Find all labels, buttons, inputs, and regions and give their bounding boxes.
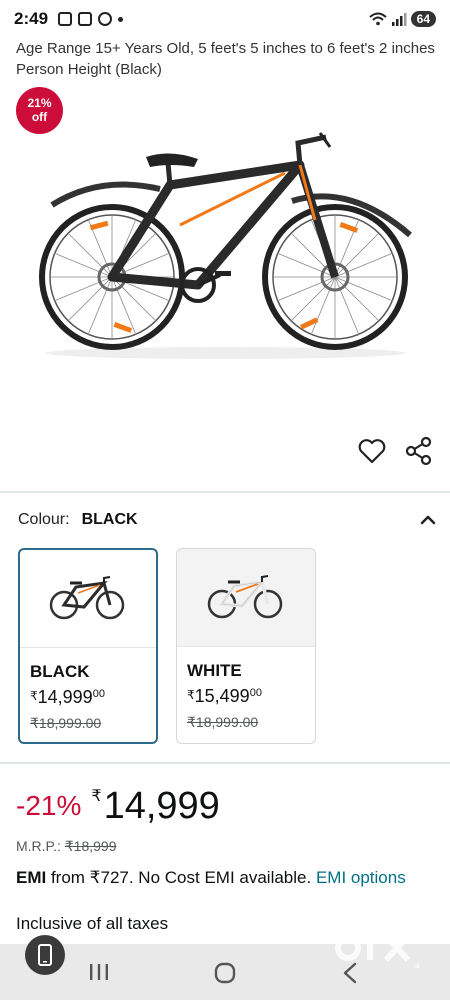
- price-main: 15,499: [194, 686, 250, 706]
- emi-bold: EMI: [16, 868, 47, 887]
- chevron-up-icon[interactable]: [418, 510, 438, 530]
- phone-icon: [38, 944, 52, 966]
- watermark-text: olx: [414, 963, 420, 970]
- price-currency-symbol: ₹: [91, 788, 102, 805]
- emi-text: from ₹727. No Cost EMI available.: [46, 868, 316, 887]
- discount-badge: 21% off: [16, 87, 63, 134]
- app-notification-icon: [98, 12, 113, 26]
- screen-record-icon: [58, 12, 73, 26]
- mrp-row: M.R.P.: ₹18,999: [16, 838, 117, 855]
- currency-symbol: ₹: [30, 689, 38, 703]
- status-right: 64: [368, 11, 436, 27]
- price-amount: 14,999: [103, 785, 220, 827]
- divider: [0, 762, 450, 764]
- status-time: 2:49: [14, 9, 49, 28]
- colour-option-name: WHITE: [187, 661, 242, 680]
- price-main: 14,999: [37, 687, 93, 707]
- tax-note: Inclusive of all taxes: [16, 914, 169, 933]
- olx-watermark: olx: [335, 932, 420, 970]
- colour-label: Colour:: [18, 511, 70, 528]
- share-icon[interactable]: [404, 436, 434, 466]
- colour-selector-header[interactable]: Colour: BLACK: [18, 508, 438, 532]
- heart-icon[interactable]: [358, 438, 386, 464]
- notification-icons: [58, 12, 124, 26]
- discount-percentage: -21%: [16, 790, 82, 821]
- bicycle-thumbnail-white: [207, 574, 283, 618]
- discount-badge-pct: 21%: [27, 96, 52, 110]
- emi-row: EMI from ₹727. No Cost EMI available. EM…: [16, 866, 436, 889]
- colour-selected-value: BLACK: [81, 511, 138, 528]
- currency-symbol: ₹: [187, 688, 195, 702]
- wifi-icon: [368, 12, 387, 26]
- colour-option-price: ₹15,49900: [187, 686, 262, 707]
- colour-option-black[interactable]: BLACK ₹14,99900 ₹18,999.00: [18, 548, 158, 744]
- product-image[interactable]: [30, 125, 420, 365]
- bicycle-illustration: [39, 132, 412, 359]
- product-title: Age Range 15+ Years Old, 5 feet's 5 inch…: [16, 40, 435, 78]
- bicycle-thumbnail-black: [49, 575, 125, 619]
- mrp-label: M.R.P.:: [16, 838, 61, 854]
- colour-option-image: [20, 550, 156, 648]
- signal-icon: [391, 13, 407, 26]
- more-notifications-dot: [118, 16, 124, 22]
- colour-option-white[interactable]: WHITE ₹15,49900 ₹18,999.00: [176, 548, 316, 744]
- divider: [0, 491, 450, 493]
- emi-options-link[interactable]: EMI options: [316, 868, 406, 887]
- mrp-value: ₹18,999: [64, 838, 117, 854]
- colour-option-image: [177, 549, 315, 647]
- colour-option-price: ₹14,99900: [30, 687, 105, 708]
- colour-option-name: BLACK: [30, 662, 90, 681]
- home-icon[interactable]: [213, 961, 237, 985]
- colour-option-mrp: ₹18,999.00: [187, 714, 259, 730]
- floating-phone-button[interactable]: [25, 935, 65, 975]
- checkbox-notification-icon: [78, 12, 93, 26]
- price-fraction: 00: [249, 687, 262, 699]
- battery-badge: 64: [410, 11, 436, 27]
- recent-apps-icon[interactable]: [88, 962, 110, 982]
- colour-option-mrp: ₹18,999.00: [30, 715, 102, 731]
- price-fraction: 00: [92, 688, 105, 700]
- price-row: -21% ₹ 14,999: [16, 784, 220, 828]
- discount-badge-off: off: [31, 110, 48, 124]
- status-bar: 2:49 64: [0, 0, 450, 38]
